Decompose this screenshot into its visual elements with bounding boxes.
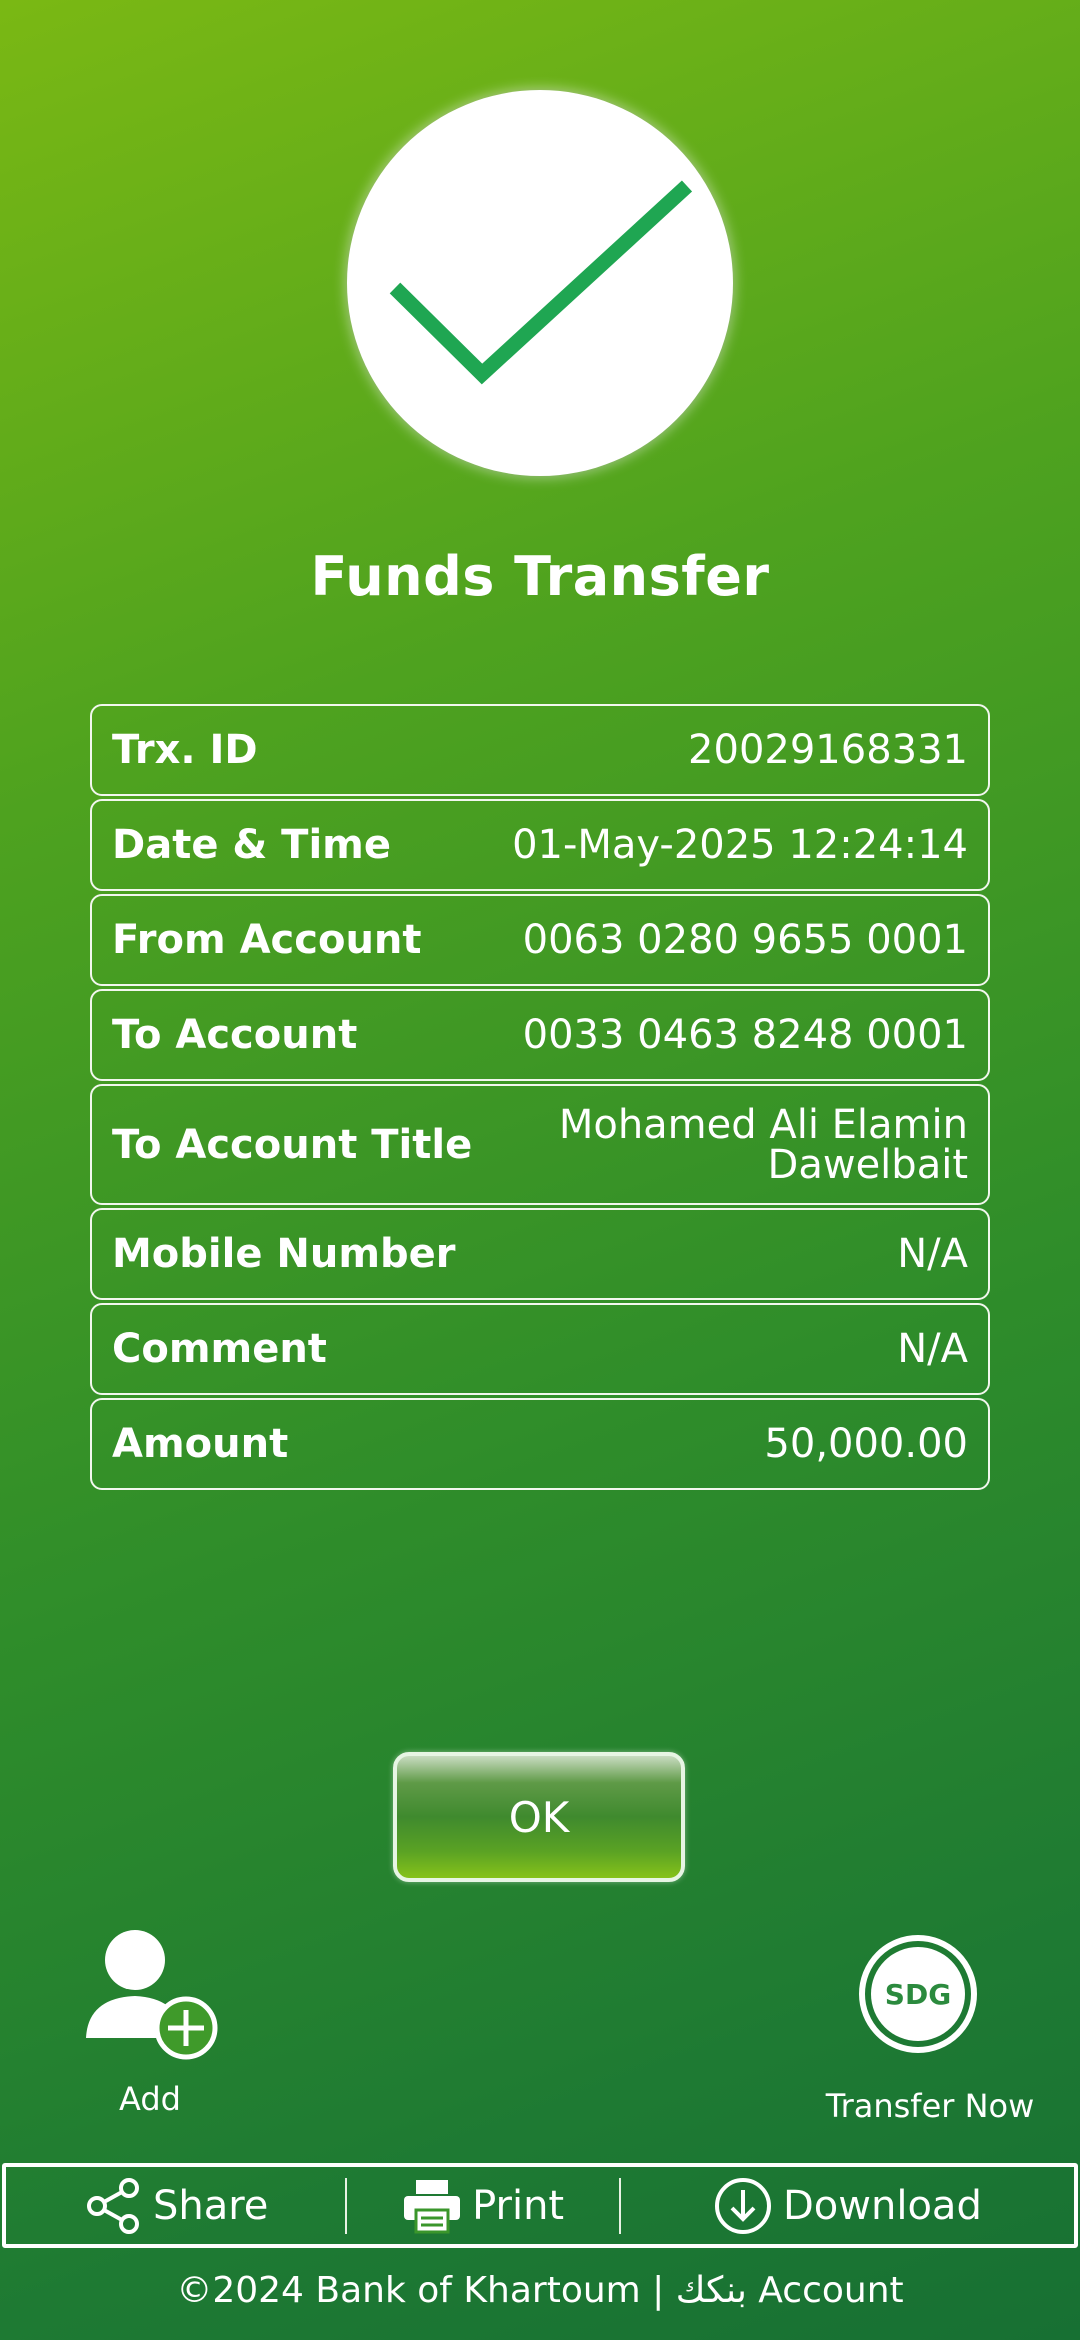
detail-label: From Account [112, 917, 422, 963]
detail-label: Comment [112, 1326, 327, 1372]
detail-label: Mobile Number [112, 1231, 456, 1277]
detail-label: Date & Time [112, 822, 391, 868]
detail-label: To Account Title [112, 1121, 473, 1168]
share-icon [86, 2177, 139, 2234]
share-button[interactable]: Share [6, 2167, 345, 2244]
detail-value: 0063 0280 9655 0001 [522, 917, 968, 963]
sdg-badge: SDG [871, 1947, 965, 2041]
detail-label: Amount [112, 1421, 289, 1467]
detail-value: 50,000.00 [764, 1421, 968, 1467]
detail-label: Trx. ID [112, 727, 258, 773]
detail-row-mobile-number: Mobile Number N/A [90, 1208, 990, 1300]
ok-button[interactable]: OK [393, 1752, 685, 1882]
detail-row-date-time: Date & Time 01-May-2025 12:24:14 [90, 799, 990, 891]
detail-value: Mohamed Ali Elamin Dawelbait [559, 1105, 968, 1185]
detail-value: 0033 0463 8248 0001 [522, 1012, 968, 1058]
detail-row-to-account: To Account 0033 0463 8248 0001 [90, 989, 990, 1081]
detail-value: 20029168331 [688, 727, 968, 773]
print-button[interactable]: Print [347, 2167, 618, 2244]
page-title: Funds Transfer [310, 545, 770, 608]
download-button[interactable]: Download [621, 2167, 1074, 2244]
detail-row-comment: Comment N/A [90, 1303, 990, 1395]
detail-value: N/A [897, 1326, 968, 1372]
action-bar: Share Print Download [2, 2163, 1078, 2248]
transfer-now-button[interactable]: SDG Transfer Now [820, 1930, 1040, 2130]
download-icon [715, 2177, 771, 2234]
check-icon [389, 180, 693, 385]
detail-value: 01-May-2025 12:24:14 [512, 822, 968, 868]
transaction-details: Trx. ID 20029168331 Date & Time 01-May-2… [90, 704, 990, 1493]
detail-row-from-account: From Account 0063 0280 9655 0001 [90, 894, 990, 986]
detail-label: To Account [112, 1012, 358, 1058]
detail-row-to-account-title: To Account Title Mohamed Ali Elamin Dawe… [90, 1084, 990, 1205]
share-label: Share [152, 2182, 269, 2229]
add-user-icon [86, 1930, 218, 2060]
detail-value-line: Dawelbait [767, 1141, 968, 1188]
sdg-icon: SDG [859, 1935, 977, 2053]
detail-row-trx-id: Trx. ID 20029168331 [90, 704, 990, 796]
detail-value-line: Mohamed Ali Elamin [558, 1101, 968, 1148]
add-label: Add [119, 2080, 181, 2118]
add-beneficiary-button[interactable]: Add [80, 1928, 220, 2128]
transfer-now-label: Transfer Now [825, 2087, 1035, 2125]
detail-value: N/A [897, 1231, 968, 1277]
download-label: Download [783, 2182, 982, 2229]
footer-copyright: ©2024 Bank of Khartoum | بنكك Account [176, 2270, 904, 2311]
printer-icon [404, 2179, 461, 2233]
print-label: Print [472, 2182, 565, 2229]
success-check-circle [347, 90, 733, 476]
detail-row-amount: Amount 50,000.00 [90, 1398, 990, 1490]
